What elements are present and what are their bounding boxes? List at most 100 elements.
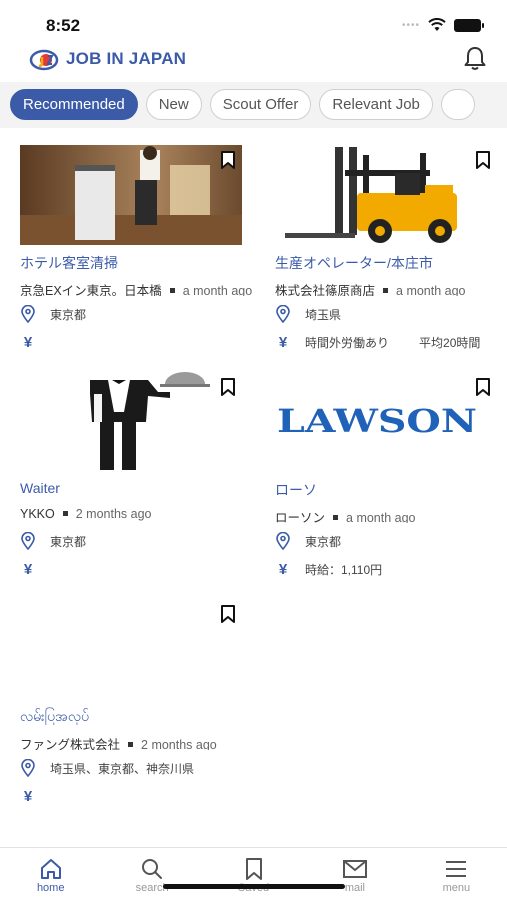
- home-icon: [40, 859, 61, 879]
- nav-mail[interactable]: mail: [304, 848, 405, 900]
- logo-icon: [29, 49, 59, 71]
- yen-icon: ¥: [278, 333, 288, 351]
- job-image-blank: [20, 599, 242, 699]
- location-pin-icon: [21, 759, 35, 777]
- yen-icon: ¥: [278, 560, 288, 578]
- posted-time: 2 months ago: [141, 738, 217, 750]
- nav-menu[interactable]: menu: [406, 848, 507, 900]
- job-meta: ファング株式会社 2 months ago: [20, 734, 320, 750]
- home-indicator[interactable]: [163, 884, 345, 889]
- bookmark-icon[interactable]: [220, 605, 236, 623]
- job-image-lawson: LAWSON: [275, 372, 497, 472]
- job-location: 東京都: [20, 532, 252, 550]
- job-salary: ¥ 時給：1,110円: [275, 560, 507, 578]
- bookmark-icon[interactable]: [475, 151, 491, 169]
- bookmark-icon[interactable]: [220, 378, 236, 396]
- job-meta: 京急EXイン東京。日本橋 a month ago: [20, 280, 252, 296]
- salary-extra-text: 平均20時間: [419, 335, 481, 350]
- separator-dot: [128, 742, 134, 748]
- mail-icon: [342, 860, 367, 878]
- job-card[interactable]: ホテル客室清掃 京急EXイン東京。日本橋 a month ago 東京都 ¥: [20, 145, 252, 351]
- yen-icon: ¥: [23, 560, 33, 578]
- posted-time: a month ago: [396, 284, 466, 296]
- nav-saved[interactable]: Saved: [203, 848, 304, 900]
- job-salary: ¥: [20, 787, 320, 805]
- logo-text: JOB IN JAPAN: [66, 49, 187, 68]
- yen-icon: ¥: [23, 333, 33, 351]
- filter-tabs: Recommended New Scout Offer Relevant Job: [10, 89, 476, 120]
- posted-time: 2 months ago: [75, 507, 152, 521]
- search-icon: [142, 859, 163, 879]
- job-salary: ¥: [20, 333, 252, 351]
- wifi-icon: [428, 18, 446, 31]
- job-meta: YKKO 2 months ago: [20, 507, 252, 523]
- job-salary: ¥ 時間外労働あり 平均20時間: [275, 333, 507, 351]
- lawson-logo-text: LAWSON: [277, 402, 477, 440]
- job-image-forklift: [275, 145, 497, 245]
- job-salary: ¥: [20, 560, 252, 578]
- bottom-nav: home search Saved mail menu: [0, 847, 507, 900]
- job-location: 東京都: [20, 305, 252, 323]
- company-name: 株式会社篠原商店: [275, 284, 376, 296]
- nav-label: home: [36, 882, 65, 894]
- tab-new[interactable]: New: [145, 89, 202, 120]
- separator-dot: [333, 515, 339, 521]
- location-text: 東京都: [50, 534, 87, 549]
- battery-icon: [454, 18, 484, 32]
- tab-more[interactable]: [440, 89, 476, 120]
- job-location: 埼玉県、東京都、神奈川県: [20, 759, 320, 777]
- app-header: JOB IN JAPAN: [0, 38, 507, 80]
- salary-text: 時給：1,110円: [305, 562, 383, 577]
- posted-time: a month ago: [182, 284, 252, 296]
- yen-icon: ¥: [23, 787, 33, 805]
- nav-home[interactable]: home: [0, 848, 101, 900]
- job-title[interactable]: ローソ: [275, 480, 507, 498]
- bookmark-icon[interactable]: [220, 151, 236, 169]
- bookmark-icon[interactable]: [475, 378, 491, 396]
- location-pin-icon: [21, 305, 35, 323]
- separator-dot: [62, 511, 68, 517]
- location-pin-icon: [21, 532, 35, 550]
- job-meta: ローソン a month ago: [275, 507, 507, 523]
- signal-icon: ••••: [401, 19, 420, 31]
- company-name: YKKO: [20, 507, 55, 521]
- job-title[interactable]: Waiter: [20, 480, 252, 498]
- company-name: 京急EXイン東京。日本橋: [20, 284, 162, 296]
- location-pin-icon: [276, 305, 290, 323]
- app-logo[interactable]: JOB IN JAPAN: [28, 44, 186, 74]
- location-text: 東京都: [50, 307, 87, 322]
- location-pin-icon: [276, 532, 290, 550]
- separator-dot: [169, 288, 175, 294]
- job-image-waiter: [20, 372, 242, 472]
- status-icons: ••••: [401, 18, 484, 32]
- job-card[interactable]: 生産オペレーター/本庄市 株式会社篠原商店 a month ago 埼玉県 ¥ 時…: [275, 145, 507, 351]
- job-card[interactable]: LAWSON ローソ ローソン a month ago 東京都 ¥ 時給：1,11…: [275, 372, 507, 578]
- job-card[interactable]: လမ်းပြအလုပ် ファング株式会社 2 months ago 埼玉県、東京都…: [20, 599, 320, 805]
- job-location: 東京都: [275, 532, 507, 550]
- tab-recommended[interactable]: Recommended: [10, 89, 138, 120]
- status-bar: 8:52 ••••: [0, 0, 507, 40]
- job-title[interactable]: လမ်းပြအလုပ်: [20, 707, 320, 725]
- separator-dot: [383, 288, 389, 294]
- nav-search[interactable]: search: [101, 848, 202, 900]
- nav-label: mail: [344, 882, 365, 894]
- job-image-hotel: [20, 145, 242, 245]
- bell-icon[interactable]: [461, 44, 489, 72]
- status-time: 8:52: [46, 16, 81, 35]
- menu-icon: [446, 861, 467, 877]
- job-card[interactable]: Waiter YKKO 2 months ago 東京都 ¥: [20, 372, 252, 578]
- tab-scout-offer[interactable]: Scout Offer: [209, 89, 312, 120]
- filter-tabs-bar: Recommended New Scout Offer Relevant Job: [0, 82, 507, 128]
- tab-relevant-job[interactable]: Relevant Job: [319, 89, 433, 120]
- salary-text: 時間外労働あり: [305, 335, 390, 350]
- job-title[interactable]: 生産オペレーター/本庄市: [275, 253, 507, 271]
- job-title[interactable]: ホテル客室清掃: [20, 253, 252, 271]
- nav-label: menu: [442, 882, 471, 894]
- posted-time: a month ago: [346, 511, 416, 523]
- location-text: 埼玉県: [305, 307, 342, 322]
- company-name: ローソン: [275, 511, 326, 523]
- job-meta: 株式会社篠原商店 a month ago: [275, 280, 507, 296]
- job-location: 埼玉県: [275, 305, 507, 323]
- location-text: 埼玉県、東京都、神奈川県: [50, 761, 195, 776]
- location-text: 東京都: [305, 534, 342, 549]
